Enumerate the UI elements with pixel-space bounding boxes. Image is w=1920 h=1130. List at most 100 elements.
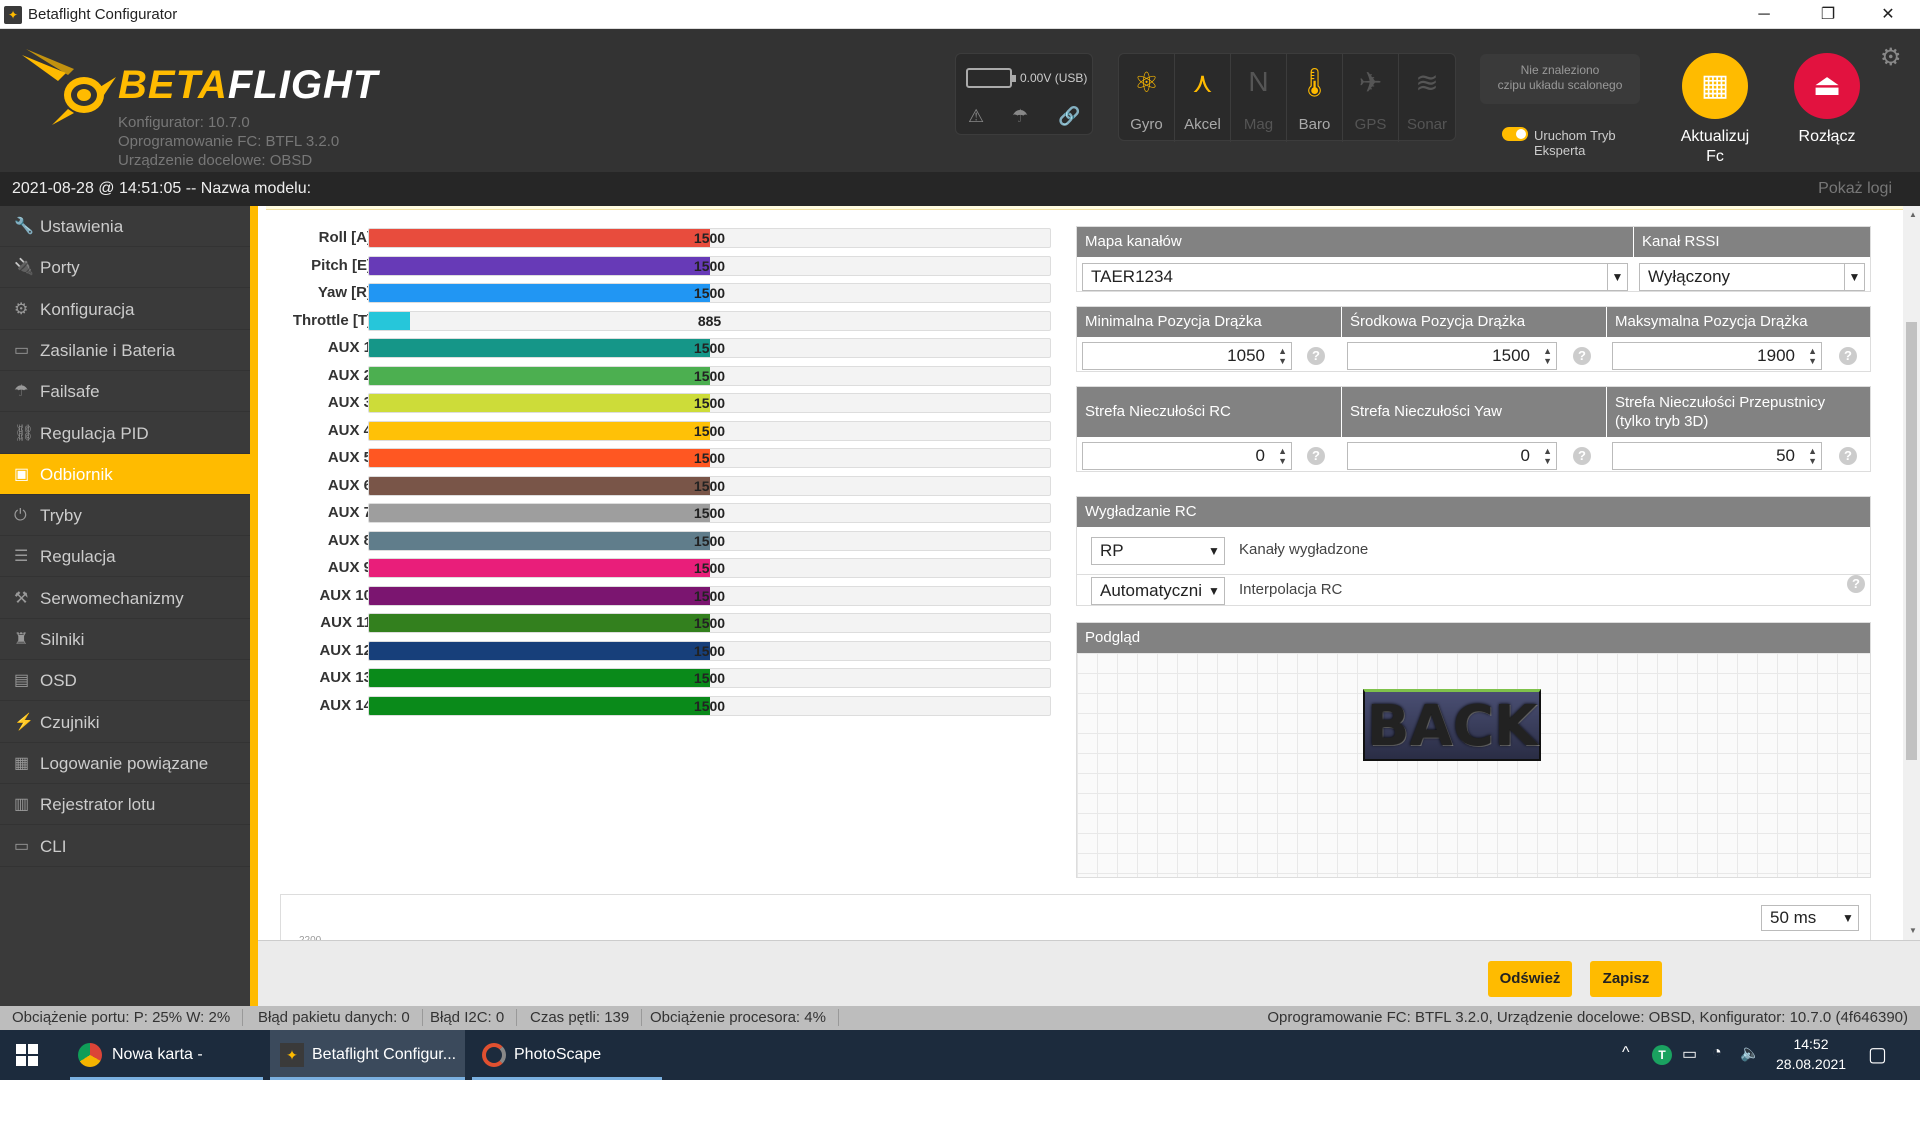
configurator-version: Konfigurator: 10.7.0 — [118, 114, 250, 131]
channel-label: AUX 13 — [319, 669, 372, 686]
channel-label: AUX 6 — [327, 476, 372, 494]
footer-stat: Obciążenie procesora: 4% — [638, 1009, 839, 1026]
taskbar-chrome[interactable]: Nowa karta - Googl... — [70, 1030, 263, 1113]
rssi-channel-select[interactable]: Wyłączony ▼ — [1639, 263, 1865, 291]
link-icon: 🔗 — [1058, 106, 1081, 126]
settings-gear-icon[interactable]: ⚙ — [1880, 43, 1902, 72]
help-icon[interactable]: ? — [1847, 575, 1865, 593]
betaflight-icon: ✦ — [280, 1043, 304, 1067]
gear-icon: ⚙ — [14, 300, 29, 318]
modes-icon: ⏻ — [14, 507, 27, 525]
disconnect-button[interactable]: ⏏ — [1794, 53, 1860, 119]
sensor-label: Sonar — [1406, 116, 1448, 133]
sidebar-item-rejestrator-lotu[interactable]: ▥ Rejestrator lotu — [0, 784, 250, 826]
channel-value: 1500 — [693, 532, 726, 549]
sensor-gps: ✈ GPS — [1343, 54, 1399, 142]
sidebar-item-silniki[interactable]: ♜ Silniki — [0, 619, 250, 660]
sidebar-item-label: Odbiornik — [40, 464, 113, 484]
rc-deadband-input[interactable]: 0 ▲ ▼ — [1082, 442, 1292, 470]
clock[interactable]: 14:52 28.08.2021 — [1776, 1036, 1846, 1072]
receiver-icon: ▣ — [14, 465, 30, 483]
taskbar-photoscape[interactable]: PhotoScape — [472, 1030, 662, 1080]
channel-bar: 1500 — [368, 585, 1051, 606]
help-icon[interactable]: ? — [1307, 347, 1325, 365]
sidebar-item-czujniki[interactable]: ⚡ Czujniki — [0, 702, 250, 743]
scroll-thumb[interactable] — [1906, 322, 1917, 760]
model-preview-image: BACK — [1363, 689, 1541, 761]
expert-mode-toggle[interactable] — [1502, 127, 1528, 141]
channel-value: 1500 — [693, 505, 726, 521]
accel-icon: ⋏ — [1192, 67, 1213, 98]
motor-icon: ♜ — [14, 631, 29, 648]
sidebar-item-odbiornik[interactable]: ▣ Odbiornik — [0, 453, 250, 495]
battery-tray-icon[interactable]: ▭ — [1682, 1044, 1697, 1064]
refresh-button[interactable]: Odśwież — [1488, 961, 1572, 997]
blackbox-icon: ▥ — [14, 796, 30, 814]
yaw-deadband-input[interactable]: 0 ▲ ▼ — [1347, 442, 1557, 470]
scroll-down-arrow[interactable]: ▼ — [1909, 926, 1917, 935]
help-icon[interactable]: ? — [1573, 347, 1591, 365]
help-icon[interactable]: ? — [1307, 447, 1325, 465]
save-button[interactable]: Zapisz — [1590, 961, 1662, 997]
help-icon[interactable]: ? — [1839, 447, 1857, 465]
update-firmware-button[interactable]: ▦ — [1682, 53, 1748, 119]
smoothing-channels-select[interactable]: RP ▼ — [1091, 537, 1225, 565]
channel-value: 1500 — [693, 230, 726, 246]
smoothing-channels-label: Kanały wygładzone — [1239, 541, 1369, 558]
sidebar-item-regulacja[interactable]: ☰ Regulacja — [0, 536, 250, 578]
footer-stat: Błąd I2C: 0 — [418, 1009, 518, 1026]
sidebar-item-serwomechanizmy[interactable]: ⚒ Serwomechanizmy — [0, 578, 250, 619]
notifications-icon[interactable]: ▢ — [1868, 1042, 1887, 1067]
help-icon[interactable]: ? — [1839, 347, 1857, 365]
tray-chevron-icon[interactable]: ^ — [1622, 1044, 1630, 1062]
mid-stick-input[interactable]: 1500 ▲ ▼ — [1347, 342, 1557, 370]
chrome-icon — [78, 1043, 102, 1067]
sliders-icon: ☰ — [14, 548, 29, 566]
channel-bar: 1500 — [368, 255, 1051, 276]
maximize-button[interactable]: ❐ — [1800, 0, 1856, 29]
scroll-up-arrow[interactable]: ▲ — [1909, 210, 1917, 219]
channel-map-select[interactable]: TAER1234 ▼ — [1082, 263, 1628, 291]
sidebar-item-logowanie-powiązane[interactable]: ▦ Logowanie powiązane — [0, 743, 250, 784]
channel-map-header: Mapa kanałów — [1077, 227, 1634, 257]
channel-bar: 1500 — [368, 695, 1051, 716]
min-stick-input[interactable]: 1050 ▲ ▼ — [1082, 342, 1292, 370]
content-scrollbar[interactable]: ▲ ▼ — [1903, 206, 1920, 940]
max-stick-input[interactable]: 1900 ▲ ▼ — [1612, 342, 1822, 370]
minimize-button[interactable]: ─ — [1736, 0, 1792, 29]
photoscape-icon — [482, 1043, 506, 1067]
tray-app-icon[interactable]: T — [1652, 1045, 1672, 1065]
sensor-baro: 🌡 Baro — [1287, 54, 1343, 142]
sidebar-item-osd[interactable]: ▤ OSD — [0, 660, 250, 702]
sonar-icon: ≋ — [1415, 67, 1439, 98]
sidebar-item-label: Regulacja PID — [40, 423, 149, 443]
sidebar-item-regulacja-pid[interactable]: ⛓ Regulacja PID — [0, 413, 250, 454]
help-icon[interactable]: ? — [1573, 447, 1591, 465]
wifi-icon[interactable]: ◔ — [1712, 1044, 1722, 1062]
channel-label: Throttle [T] — [292, 311, 372, 329]
sidebar-item-ustawienia[interactable]: 🔧 Ustawienia — [0, 206, 250, 247]
sidebar-item-zasilanie-i-bateria[interactable]: ▭ Zasilanie i Bateria — [0, 330, 250, 371]
failsafe-icon: ☂ — [1012, 106, 1029, 126]
sidebar-item-failsafe[interactable]: ☂ Failsafe — [0, 371, 250, 413]
bottom-toolbar: Odśwież Zapisz — [258, 940, 1920, 1006]
close-button[interactable]: ✕ — [1860, 0, 1916, 29]
battery-icon: ▭ — [14, 341, 30, 359]
channel-bar: 1500 — [368, 503, 1051, 523]
volume-icon[interactable]: 🔈 — [1740, 1043, 1760, 1063]
throttle-deadband-input[interactable]: 50 ▲ ▼ — [1612, 442, 1822, 470]
sidebar-item-label: Porty — [40, 258, 80, 278]
deadband-panel: Strefa Nieczułości RC Strefa Nieczułości… — [1076, 386, 1871, 472]
disconnect-label: Rozłącz — [1798, 128, 1856, 145]
smoothing-type-select[interactable]: Automatyczni ▼ — [1091, 577, 1225, 605]
sidebar-item-cli[interactable]: ▭ CLI — [0, 826, 250, 867]
windows-start-icon[interactable] — [16, 1044, 38, 1066]
taskbar-betaflight[interactable]: ✦ Betaflight Configur... — [270, 1030, 465, 1080]
sidebar-item-konfiguracja[interactable]: ⚙ Konfiguracja — [0, 289, 250, 330]
refresh-rate-select[interactable]: 50 ms ▼ — [1761, 905, 1859, 931]
preview-panel: Podgląd BACK — [1076, 622, 1871, 878]
show-log-link[interactable]: Pokaż logi — [1818, 180, 1892, 198]
sidebar-item-porty[interactable]: 🔌 Porty — [0, 247, 250, 289]
sidebar-item-tryby[interactable]: ⏻ Tryby — [0, 495, 250, 537]
rc-live-chart: 50 ms▼ 2200 — [280, 894, 1871, 946]
